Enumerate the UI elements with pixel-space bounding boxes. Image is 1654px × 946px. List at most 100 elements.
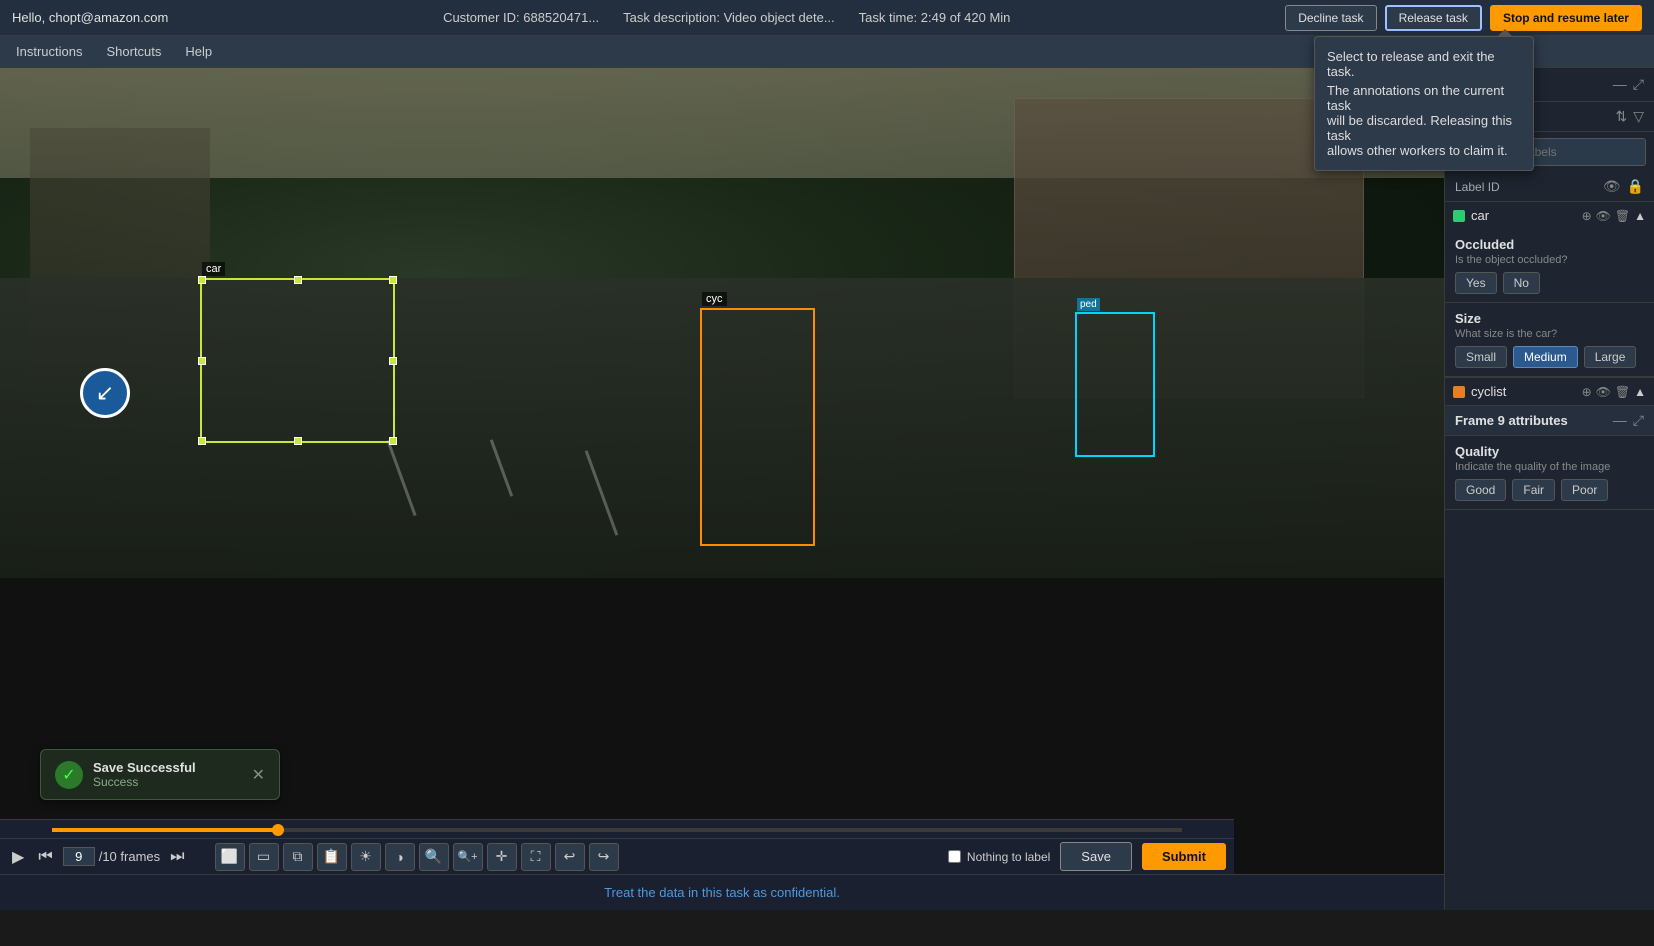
label-lock-icon[interactable]: 🔒: [1627, 178, 1644, 195]
expand-icon[interactable]: ⤢: [1633, 76, 1644, 93]
tooltip-line1: Select to release and exit the task.: [1327, 49, 1521, 79]
nothing-to-label-checkbox[interactable]: [948, 850, 961, 863]
label-color-car: [1453, 210, 1465, 222]
quality-good-button[interactable]: Good: [1455, 479, 1506, 501]
label-actions-car: ⊕ 👁 🗑 ▲: [1582, 209, 1646, 223]
size-medium-button[interactable]: Medium: [1513, 346, 1578, 368]
quality-section: Quality Indicate the quality of the imag…: [1445, 436, 1654, 510]
save-button[interactable]: Save: [1060, 842, 1132, 871]
frame-attr-icons: — ⤢: [1613, 412, 1644, 429]
play-button[interactable]: ▶: [8, 845, 28, 869]
task-time: Task time: 2:49 of 420 Min: [859, 10, 1011, 25]
fullscreen-tool[interactable]: ⛶: [521, 843, 551, 871]
label-row-car[interactable]: car ⊕ 👁 🗑 ▲: [1445, 202, 1654, 229]
frame-current-input[interactable]: [63, 847, 95, 866]
contrast-tool[interactable]: ◑: [385, 843, 415, 871]
zoom-out-tool[interactable]: 🔍: [419, 843, 449, 871]
size-large-button[interactable]: Large: [1584, 346, 1637, 368]
label-row-cyclist[interactable]: cyclist ⊕ 👁 🗑 ▲: [1445, 378, 1654, 405]
decline-task-button[interactable]: Decline task: [1285, 5, 1376, 31]
quality-buttons: Good Fair Poor: [1455, 479, 1644, 501]
label-visibility-icon[interactable]: 👁: [1603, 178, 1621, 195]
release-task-tooltip: Select to release and exit the task. The…: [1314, 36, 1534, 171]
toast-text: Save Successful Success: [93, 760, 242, 789]
select-tool[interactable]: ⬜: [215, 843, 245, 871]
toast-subtitle: Success: [93, 775, 242, 789]
label-id-icons: 👁 🔒: [1603, 178, 1644, 195]
cyclist-eye-icon[interactable]: 👁: [1596, 385, 1611, 399]
skip-back-button[interactable]: ⏮: [34, 846, 56, 868]
skip-forward-button[interactable]: ⏭: [166, 846, 188, 868]
label-name-car: car: [1471, 208, 1576, 223]
filter-icon[interactable]: ▽: [1633, 108, 1644, 125]
undo-tool[interactable]: ↩: [555, 843, 585, 871]
road-area: [0, 278, 1444, 578]
quality-fair-button[interactable]: Fair: [1512, 479, 1555, 501]
tool-group: ⬜ ▭ ⧉ 📋 ☀ ◑ 🔍 🔍+ ✛ ⛶ ↩ ↪: [215, 843, 619, 871]
car-eye-icon[interactable]: 👁: [1596, 209, 1611, 223]
status-bar: Treat the data in this task as confident…: [0, 874, 1444, 910]
task-info: Customer ID: 688520471... Task descripti…: [443, 10, 1010, 25]
brightness-tool[interactable]: ☀: [351, 843, 381, 871]
timeline-bar[interactable]: [52, 828, 1182, 832]
controls-right: Nothing to label Save Submit: [948, 842, 1226, 871]
menu-instructions[interactable]: Instructions: [12, 44, 86, 59]
menu-help[interactable]: Help: [181, 44, 216, 59]
top-buttons: Decline task Release task Stop and resum…: [1285, 5, 1642, 31]
sort-icon[interactable]: ⇅: [1615, 108, 1627, 125]
minimize-icon[interactable]: —: [1613, 76, 1627, 93]
copy-tool[interactable]: ⧉: [283, 843, 313, 871]
street-scene-bg: ↙: [0, 68, 1444, 578]
car-trash-icon[interactable]: 🗑: [1615, 209, 1630, 223]
fit-tool[interactable]: ✛: [487, 843, 517, 871]
task-description: Task description: Video object dete...: [623, 10, 835, 25]
size-small-button[interactable]: Small: [1455, 346, 1507, 368]
toast-close-button[interactable]: ✕: [252, 765, 265, 785]
nothing-to-label-text: Nothing to label: [967, 850, 1050, 864]
frame-display: /10 frames: [63, 847, 160, 866]
size-buttons: Small Medium Large: [1455, 346, 1644, 368]
nothing-to-label-label[interactable]: Nothing to label: [948, 850, 1050, 864]
frame-attr-title: Frame 9 attributes: [1455, 413, 1568, 428]
occluded-no-button[interactable]: No: [1503, 272, 1540, 294]
menu-shortcuts[interactable]: Shortcuts: [102, 44, 165, 59]
cyclist-trash-icon[interactable]: 🗑: [1615, 385, 1630, 399]
tooltip-line3: will be discarded. Releasing this task: [1327, 113, 1521, 143]
timeline-area: [0, 819, 1234, 838]
car-crosshair-icon[interactable]: ⊕: [1582, 209, 1592, 223]
cyclist-crosshair-icon[interactable]: ⊕: [1582, 385, 1592, 399]
label-id-text: Label ID: [1455, 180, 1500, 194]
top-bar: Hello, chopt@amazon.com Customer ID: 688…: [0, 0, 1654, 36]
size-subtitle: What size is the car?: [1455, 328, 1644, 340]
quality-poor-button[interactable]: Poor: [1561, 479, 1608, 501]
label-item-cyclist: cyclist ⊕ 👁 🗑 ▲: [1445, 378, 1654, 406]
timeline-thumb[interactable]: [272, 824, 284, 836]
video-frame: ↙ car cyc ped: [0, 68, 1444, 578]
frame-total: /10 frames: [99, 849, 160, 864]
cyclist-collapse-icon[interactable]: ▲: [1634, 385, 1646, 399]
occluded-section: Occluded Is the object occluded? Yes No: [1445, 229, 1654, 303]
quality-subtitle: Indicate the quality of the image: [1455, 461, 1644, 473]
toast-icon: ✓: [55, 761, 83, 789]
frame-attr-expand-icon[interactable]: ⤢: [1633, 412, 1644, 429]
canvas-area[interactable]: ↙ car cyc ped: [0, 68, 1444, 910]
rect-tool[interactable]: ▭: [249, 843, 279, 871]
zoom-in-tool[interactable]: 🔍+: [453, 843, 483, 871]
save-toast: ✓ Save Successful Success ✕: [40, 749, 280, 800]
redo-tool[interactable]: ↪: [589, 843, 619, 871]
release-task-button[interactable]: Release task: [1385, 5, 1482, 31]
frame-attr-minimize-icon[interactable]: —: [1613, 412, 1627, 429]
paste-tool[interactable]: 📋: [317, 843, 347, 871]
labels-filter-icons: ⇅ ▽: [1615, 108, 1644, 125]
label-name-cyclist: cyclist: [1471, 384, 1576, 399]
submit-button[interactable]: Submit: [1142, 843, 1226, 870]
controls-row: ▶ ⏮ /10 frames ⏭ ⬜ ▭ ⧉ 📋 ☀ ◑ 🔍 🔍+ ✛ ⛶ ↩ …: [0, 838, 1234, 874]
label-color-cyclist: [1453, 386, 1465, 398]
stop-resume-button[interactable]: Stop and resume later: [1490, 5, 1642, 31]
occluded-title: Occluded: [1455, 237, 1644, 252]
label-id-row: Label ID 👁 🔒: [1445, 172, 1654, 202]
frame-attr-header: Frame 9 attributes — ⤢: [1445, 406, 1654, 436]
occluded-yes-button[interactable]: Yes: [1455, 272, 1497, 294]
blue-sign: ↙: [80, 368, 130, 418]
car-collapse-icon[interactable]: ▲: [1634, 209, 1646, 223]
